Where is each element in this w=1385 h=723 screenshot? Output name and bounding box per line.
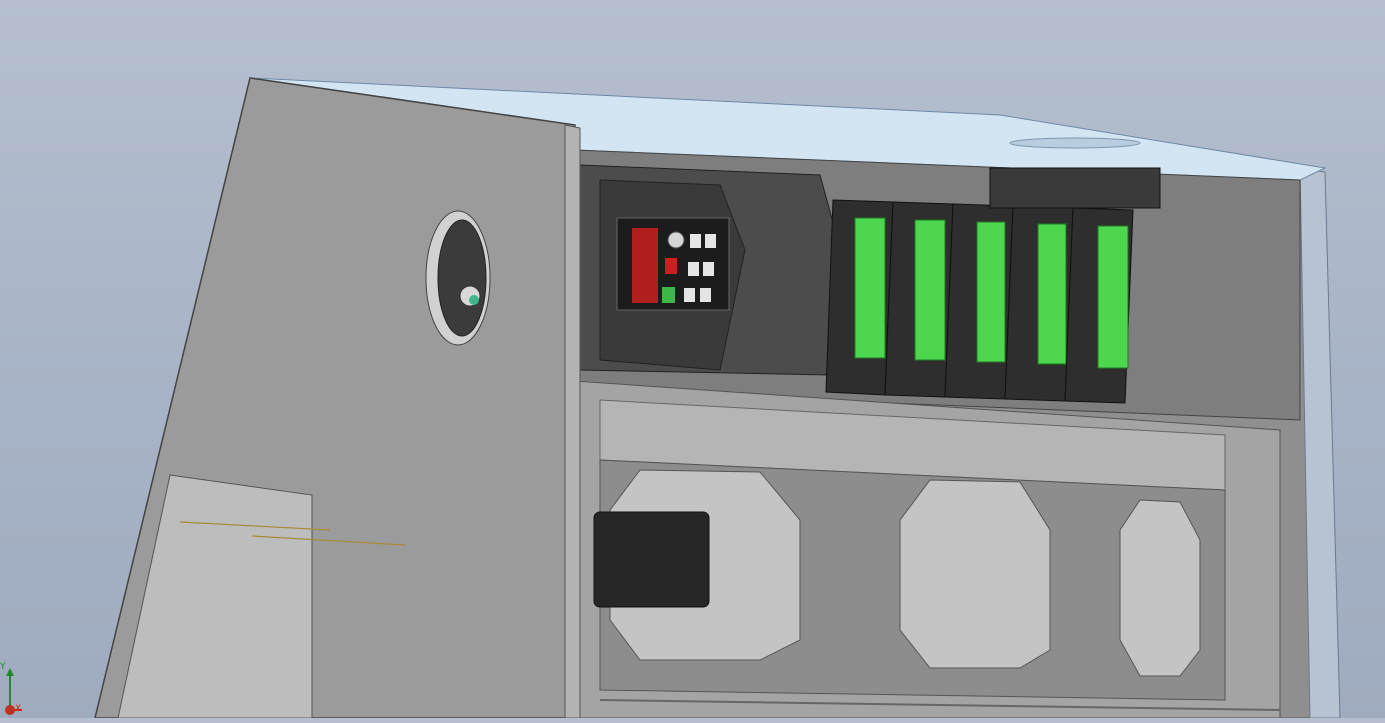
axis-triad: Y X — [0, 660, 30, 718]
lower-rail-frame — [544, 379, 1281, 719]
keypad-key — [690, 234, 701, 248]
motor-mount-right — [1119, 499, 1201, 677]
enclosure-model — [94, 77, 1341, 719]
top-connector — [989, 167, 1161, 209]
keypad-key — [700, 288, 711, 302]
fan-label-dot — [469, 295, 479, 305]
keypad-key — [688, 262, 699, 276]
door-fan — [437, 219, 487, 337]
terminal-block — [1037, 223, 1067, 365]
driver-module — [884, 201, 954, 398]
lid-slot — [1009, 137, 1141, 149]
cad-3d-viewport[interactable] — [0, 0, 1385, 719]
terminal-block — [976, 221, 1006, 363]
terminal-block — [1097, 225, 1129, 369]
keypad-key — [705, 234, 716, 248]
keypad-display — [632, 228, 658, 303]
keypad-dial — [667, 231, 685, 249]
door-edge — [564, 124, 581, 719]
y-axis-label: Y — [0, 662, 6, 672]
motor-mount-center — [899, 479, 1051, 669]
origin-icon — [5, 705, 15, 715]
driver-module — [944, 203, 1014, 400]
terminal-block — [854, 217, 886, 359]
keypad-run-key — [662, 287, 675, 303]
motor — [593, 511, 710, 608]
driver-modules — [825, 167, 1161, 404]
vfd-drive — [579, 164, 836, 376]
driver-module — [1064, 207, 1134, 404]
keypad-key — [684, 288, 695, 302]
keypad-stop-key — [665, 258, 677, 274]
driver-module — [825, 199, 894, 396]
keypad-key — [703, 262, 714, 276]
x-axis-label: X — [15, 704, 22, 714]
terminal-block — [914, 219, 946, 361]
driver-module — [1004, 205, 1074, 402]
